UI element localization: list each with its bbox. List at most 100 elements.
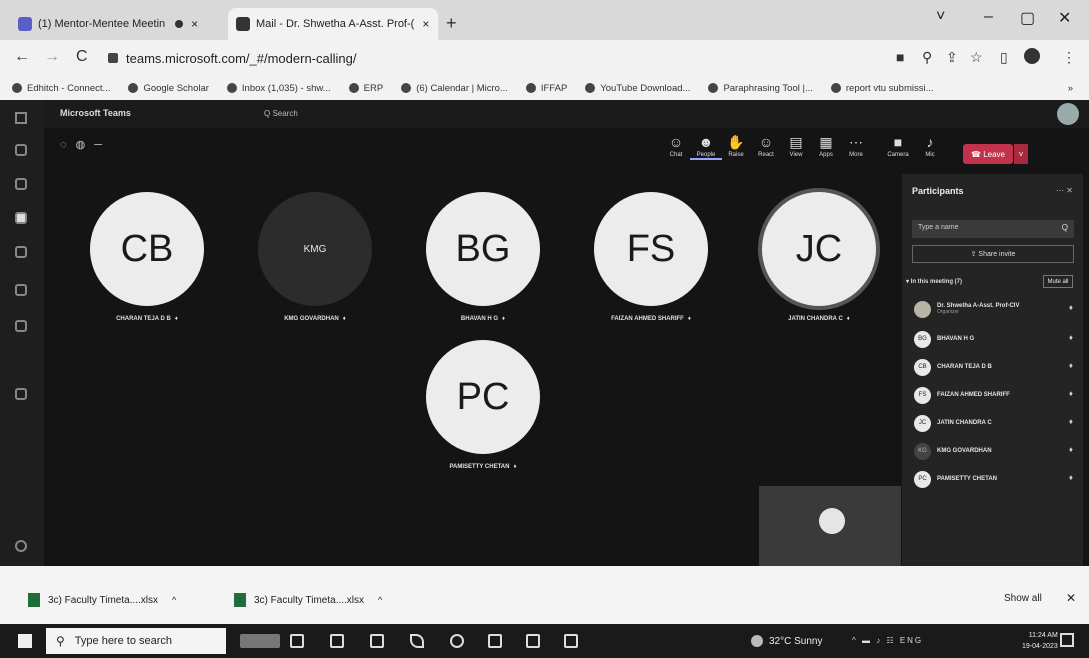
maximize-button[interactable]: ▢ [1020,8,1035,28]
people-button[interactable]: ☻ People [690,134,722,160]
bookmark-item[interactable]: report vtu submissi... [830,83,934,94]
mute-all-button[interactable]: Mute all [1043,275,1073,288]
bookmarks-overflow-button[interactable]: » [1068,83,1073,94]
view-button[interactable]: ▤ View [780,134,812,158]
participant-row[interactable]: Dr. Shwetha A-Asst. Prof-CIV Organizer ♦ [914,299,1079,319]
bookmark-item[interactable]: (6) Calendar | Micro... [401,83,508,94]
bookmark-item[interactable]: IFFAP [525,83,567,94]
camera-button[interactable]: ■ Camera [882,134,914,158]
tab-close-icon[interactable]: × [422,17,429,31]
share-invite-button[interactable]: ⇪ Share invite [912,245,1074,263]
assignments-icon[interactable] [15,246,27,258]
app-launcher-icon[interactable] [15,112,27,124]
camera-blocked-icon[interactable]: ■ [896,49,904,65]
zoom-icon[interactable]: ⚲ [922,49,932,66]
mic-icon: ♦ [513,464,517,470]
bookmark-item[interactable]: ERP [348,83,383,94]
close-downloads-icon[interactable]: ✕ [1066,591,1076,605]
leave-options-button[interactable]: ˅ [1014,144,1028,164]
file-explorer-icon[interactable] [370,634,384,648]
clock[interactable]: 11:24 AM 19-04-2023 [1022,630,1058,652]
user-avatar[interactable] [1057,103,1079,125]
help-icon[interactable] [15,540,27,552]
minimize-button[interactable]: – [984,8,993,26]
mic-button[interactable]: ♪ Mic [914,134,946,158]
participant-name: BHAVAN H G ♦ [461,316,505,322]
download-options-icon[interactable]: ^ [378,595,382,605]
reload-button[interactable]: C [76,48,88,66]
participant-row[interactable]: JC JATIN CHANDRA C ♦ [914,413,1079,433]
participant-tile[interactable]: KMG KMG GOVARDHAN ♦ [258,192,372,322]
in-meeting-section[interactable]: ▾ In this meeting (7) [906,278,962,285]
self-video-preview[interactable] [759,486,901,566]
participant-tile[interactable]: BG BHAVAN H G ♦ [426,192,540,322]
teams-icon[interactable] [15,212,27,224]
participant-role: Organizer [937,309,959,315]
acrobat-icon[interactable] [410,634,424,648]
tab-close-icon[interactable]: × [191,17,198,31]
tab-mentor-meeting[interactable]: (1) Mentor-Mentee Meetin × [10,8,222,40]
participant-tile[interactable]: JC JATIN CHANDRA C ♦ [762,192,876,322]
more-button[interactable]: ⋯ More [840,134,872,158]
panel-actions[interactable]: ⋯ ✕ [1056,186,1073,195]
notepad-icon[interactable] [330,634,344,648]
bookmark-item[interactable]: Google Scholar [128,83,209,94]
new-tab-button[interactable]: + [446,13,457,34]
notification-icon[interactable] [1060,633,1074,647]
back-button[interactable]: ← [14,48,30,66]
teams-search-input[interactable]: Q Search [264,109,298,118]
share-icon[interactable]: ⇪ [946,49,958,66]
menu-icon[interactable]: ⋮ [1062,49,1076,66]
participant-row[interactable]: KG KMG GOVARDHAN ♦ [914,441,1079,461]
calendar-icon[interactable] [15,284,27,296]
tab-search-icon[interactable]: ˅ [936,8,945,26]
participant-search-input[interactable]: Type a name Q [912,220,1074,238]
powerpoint-icon[interactable] [488,634,502,648]
leave-button[interactable]: ☎ Leave [963,144,1013,164]
react-button[interactable]: ☺ React [750,134,782,158]
meeting-info[interactable]: ◌ ◍ ─ [60,138,105,151]
download-item[interactable]: 3c) Faculty Timeta....xlsx ^ [234,593,382,607]
activity-icon[interactable] [15,144,27,156]
weather-widget[interactable]: 32°C Sunny [751,635,822,647]
mountain-widget-icon[interactable] [240,634,280,648]
chat-icon[interactable] [15,178,27,190]
control-label: Apps [819,152,833,158]
taskbar-search-input[interactable]: ⚲ Type here to search [46,628,226,654]
bookmark-item[interactable]: Inbox (1,035) - shw... [226,83,331,94]
bookmark-item[interactable]: Edhitch - Connect... [12,83,110,94]
bookmark-item[interactable]: YouTube Download... [585,83,690,94]
bookmark-item[interactable]: Paraphrasing Tool |... [708,83,813,94]
windows-start-icon[interactable] [18,634,32,648]
participant-row[interactable]: FS FAIZAN AHMED SHARIFF ♦ [914,385,1079,405]
participant-row[interactable]: PC PAMISETTY CHETAN ♦ [914,469,1079,489]
close-window-button[interactable]: ✕ [1058,8,1071,28]
system-tray[interactable]: ^ ▬ ♪ ☷ ENG [852,636,923,645]
tab-mail[interactable]: Mail - Dr. Shwetha A-Asst. Prof-( × [228,8,438,40]
participant-tile[interactable]: PC PAMISETTY CHETAN ♦ [426,340,540,470]
participant-row[interactable]: CB CHARAN TEJA D B ♦ [914,357,1079,377]
calls-icon[interactable] [15,320,27,332]
raise-hand-button[interactable]: ✋ Raise [720,134,752,158]
download-options-icon[interactable]: ^ [172,595,176,605]
download-item[interactable]: 3c) Faculty Timeta....xlsx ^ [28,593,176,607]
forward-button[interactable]: → [44,48,60,66]
task-view-icon[interactable] [290,634,304,648]
chat-button[interactable]: ☺ Chat [660,134,692,158]
apps-button[interactable]: ▦ Apps [810,134,842,158]
star-icon[interactable]: ☆ [970,49,983,66]
chrome-icon[interactable] [450,634,464,648]
word-icon[interactable] [564,634,578,648]
more-apps-icon[interactable] [15,356,27,368]
sidepanel-icon[interactable]: ▯ [1000,49,1008,66]
show-all-button[interactable]: Show all [1004,593,1042,604]
avatar: KMG [258,192,372,306]
address-bar[interactable]: teams.microsoft.com/_#/modern-calling/ [108,46,868,70]
apps-icon[interactable] [15,388,27,400]
participant-tile[interactable]: FS FAIZAN AHMED SHARIFF ♦ [594,192,708,322]
chat-icon: ☺ [668,134,684,150]
profile-icon[interactable] [1024,48,1040,64]
participant-tile[interactable]: CB CHARAN TEJA D B ♦ [90,192,204,322]
excel-icon[interactable] [526,634,540,648]
participant-row[interactable]: BG BHAVAN H G ♦ [914,329,1079,349]
